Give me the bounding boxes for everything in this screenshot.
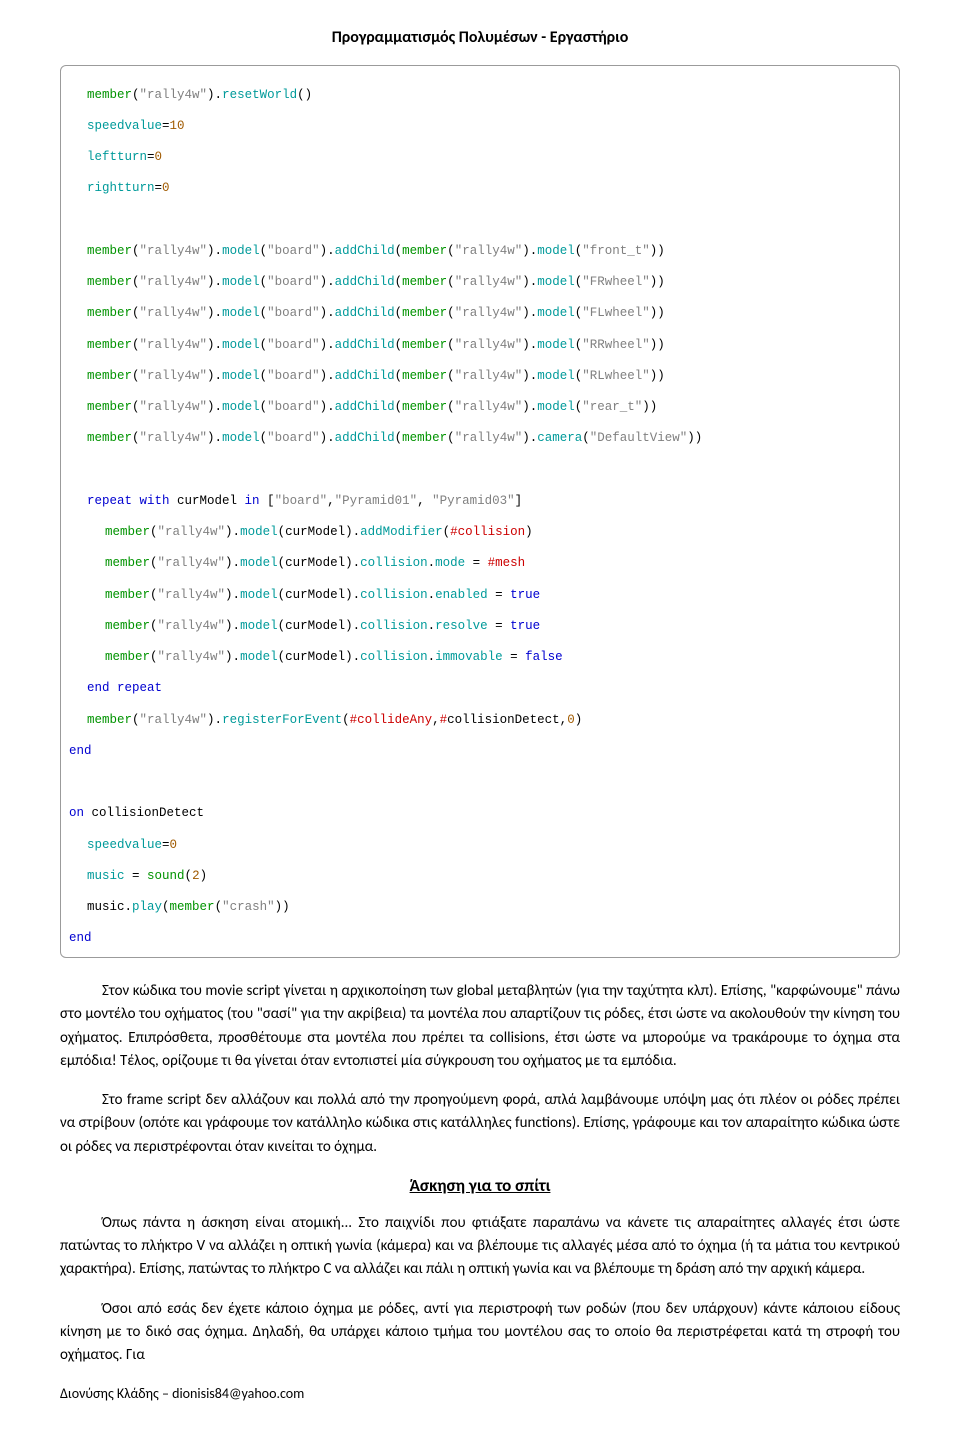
page-header: Προγραμματισμός Πολυμέσων - Εργαστήριο	[60, 28, 900, 47]
code-listing: member("rally4w").resetWorld() speedvalu…	[60, 65, 900, 958]
paragraph-2: Στο frame script δεν αλλάζουν και πολλά …	[60, 1089, 900, 1159]
paragraph-4: Όσοι από εσάς δεν έχετε κάποιο όχημα με …	[60, 1298, 900, 1368]
footer-author: Διονύσης Κλάδης – dionisis84@yahoo.com	[60, 1385, 900, 1402]
paragraph-1: Στον κώδικα του movie script γίνεται η α…	[60, 980, 900, 1073]
paragraph-3: Όπως πάντα η άσκηση είναι ατομική... Στο…	[60, 1212, 900, 1282]
page: Προγραμματισμός Πολυμέσων - Εργαστήριο m…	[0, 0, 960, 1432]
section-title: Άσκηση για το σπίτι	[60, 1175, 900, 1196]
